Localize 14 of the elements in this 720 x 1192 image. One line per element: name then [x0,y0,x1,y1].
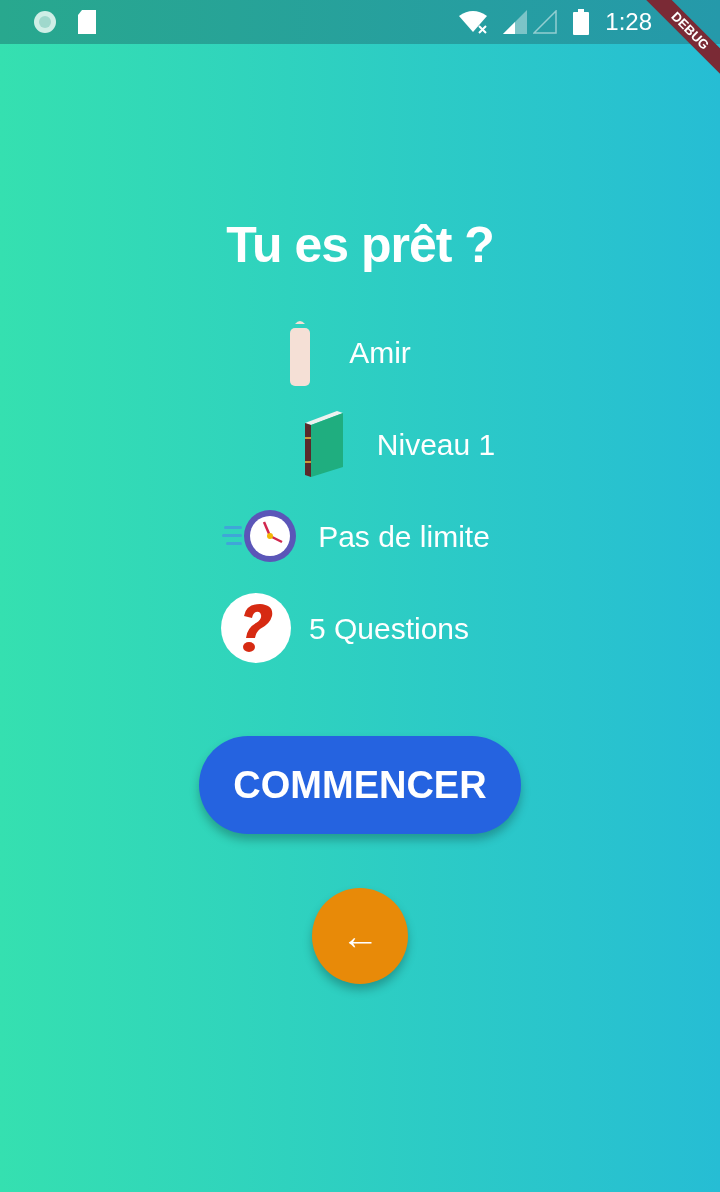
detail-label: Amir [349,334,411,371]
book-icon [302,409,345,479]
status-time: 1:28 [605,7,652,37]
clock-icon [222,508,299,564]
page-title: Tu es prêt ? [226,216,494,275]
signal-icon [503,10,528,34]
detail-label: 5 Questions [308,610,470,647]
sd-card-icon [76,9,98,35]
battery-icon [573,9,590,35]
detail-label: Pas de limite [318,518,490,555]
wifi-icon [459,10,490,34]
start-button[interactable]: COMMENCER [199,736,521,834]
signal-icon [533,10,558,34]
detail-label: Niveau 1 [376,426,496,463]
